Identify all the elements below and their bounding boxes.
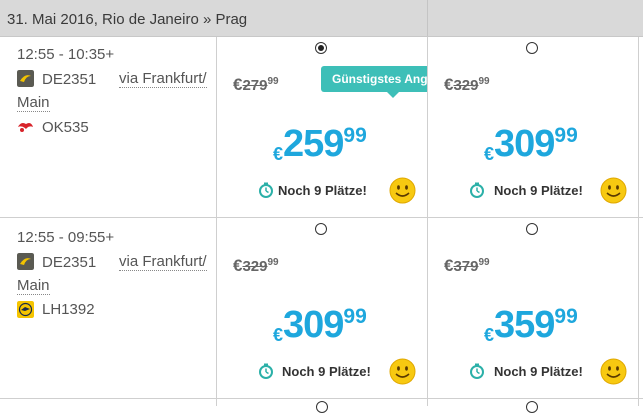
header-divider xyxy=(427,0,428,36)
fare-price: €30999 xyxy=(484,123,578,165)
flight-info: 12:55 - 10:35+ DE2351 via Frankfurt/ Mai… xyxy=(17,46,212,206)
tooltip-label: Günstigstes Ang xyxy=(332,72,427,86)
flight-code: DE2351 xyxy=(42,71,97,88)
fare-radio[interactable] xyxy=(526,42,538,54)
condor-icon xyxy=(17,70,34,87)
tooltip-arrow xyxy=(387,92,399,98)
seats-left: Noch 9 Plätze! xyxy=(494,364,583,379)
old-price: €32999 xyxy=(233,256,279,275)
czech-airlines-icon xyxy=(17,119,34,136)
flight-code: OK535 xyxy=(42,119,89,136)
fare-cell[interactable]: €27999 €25999 Noch 9 Plätze! xyxy=(217,37,427,218)
stopwatch-icon xyxy=(259,182,273,198)
flight-code: LH1392 xyxy=(42,301,95,318)
fare-cell[interactable]: €37999 €35999 Noch 9 Plätze! xyxy=(428,218,638,399)
fare-cell[interactable]: €32999 €30999 Noch 9 Plätze! xyxy=(428,37,638,218)
fare-radio[interactable] xyxy=(315,223,327,235)
date-route-title: 31. Mai 2016, Rio de Janeiro » Prag xyxy=(7,11,248,28)
smiley-icon xyxy=(389,177,416,204)
column-divider xyxy=(638,37,639,406)
fare-price: €25999 xyxy=(273,123,367,165)
smiley-icon xyxy=(600,358,627,385)
lufthansa-icon xyxy=(17,301,34,318)
stopwatch-icon xyxy=(470,182,484,198)
via-link[interactable]: via Frankfurt/ xyxy=(119,254,207,271)
flight-time: 12:55 - 10:35+ xyxy=(17,46,115,63)
flight-info: 12:55 - 09:55+ DE2351 via Frankfurt/ Mai… xyxy=(17,229,212,389)
flight-code: DE2351 xyxy=(42,254,97,271)
fare-radio[interactable] xyxy=(315,42,327,54)
fare-radio[interactable] xyxy=(526,401,538,413)
old-price: €27999 xyxy=(233,75,279,94)
via-link-continued[interactable]: Main xyxy=(17,278,50,295)
seats-left: Noch 9 Plätze! xyxy=(282,364,371,379)
fare-cell[interactable]: €32999 €30999 Noch 9 Plätze! xyxy=(217,218,427,399)
smiley-icon xyxy=(600,177,627,204)
stopwatch-icon xyxy=(470,363,484,379)
seats-left: Noch 9 Plätze! xyxy=(494,183,583,198)
flight-time: 12:55 - 09:55+ xyxy=(17,229,115,246)
fare-radio[interactable] xyxy=(526,223,538,235)
via-link[interactable]: via Frankfurt/ xyxy=(119,71,207,88)
fare-radio[interactable] xyxy=(316,401,328,413)
condor-icon xyxy=(17,253,34,270)
stopwatch-icon xyxy=(259,363,273,379)
old-price: €37999 xyxy=(444,256,490,275)
fare-price: €35999 xyxy=(484,304,578,346)
via-link-continued[interactable]: Main xyxy=(17,95,50,112)
cheapest-offer-tooltip: Günstigstes Ang xyxy=(321,66,427,92)
old-price: €32999 xyxy=(444,75,490,94)
fare-price: €30999 xyxy=(273,304,367,346)
date-route-header: 31. Mai 2016, Rio de Janeiro » Prag xyxy=(0,0,643,37)
smiley-icon xyxy=(389,358,416,385)
seats-left: Noch 9 Plätze! xyxy=(278,183,367,198)
